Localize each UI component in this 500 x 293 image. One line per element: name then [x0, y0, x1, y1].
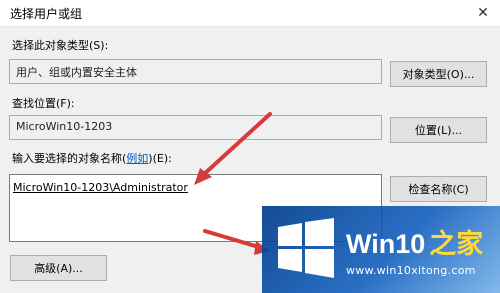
- watermark-brand: Win10 之家: [346, 222, 483, 261]
- windows-logo-icon: [278, 218, 334, 278]
- advanced-button[interactable]: 高级(A)...: [10, 255, 107, 281]
- window-title: 选择用户或组: [10, 7, 83, 21]
- object-names-value: MicroWin10-1203\Administrator: [13, 181, 188, 194]
- watermark-brand-main: Win10: [346, 229, 426, 259]
- locations-button[interactable]: 位置(L)...: [390, 117, 487, 143]
- check-names-button[interactable]: 检查名称(C): [390, 176, 487, 202]
- object-types-button[interactable]: 对象类型(O)...: [390, 61, 487, 87]
- object-type-field: 用户、组或内置安全主体: [9, 59, 382, 84]
- location-label: 查找位置(F):: [12, 97, 75, 110]
- object-names-label-suffix: )(E):: [148, 152, 172, 165]
- object-names-label: 输入要选择的对象名称(例如)(E):: [12, 150, 172, 166]
- examples-link[interactable]: 例如: [126, 152, 148, 165]
- watermark: Win10 之家 www.win10xitong.com: [262, 206, 500, 293]
- title-bar: 选择用户或组 ✕: [0, 0, 500, 27]
- close-icon[interactable]: ✕: [466, 0, 500, 26]
- watermark-brand-suffix: 之家: [429, 229, 484, 259]
- object-names-label-prefix: 输入要选择的对象名称(: [12, 152, 127, 165]
- location-field: MicroWin10-1203: [9, 115, 382, 140]
- watermark-url: www.win10xitong.com: [346, 264, 476, 277]
- object-type-label: 选择此对象类型(S):: [12, 39, 109, 52]
